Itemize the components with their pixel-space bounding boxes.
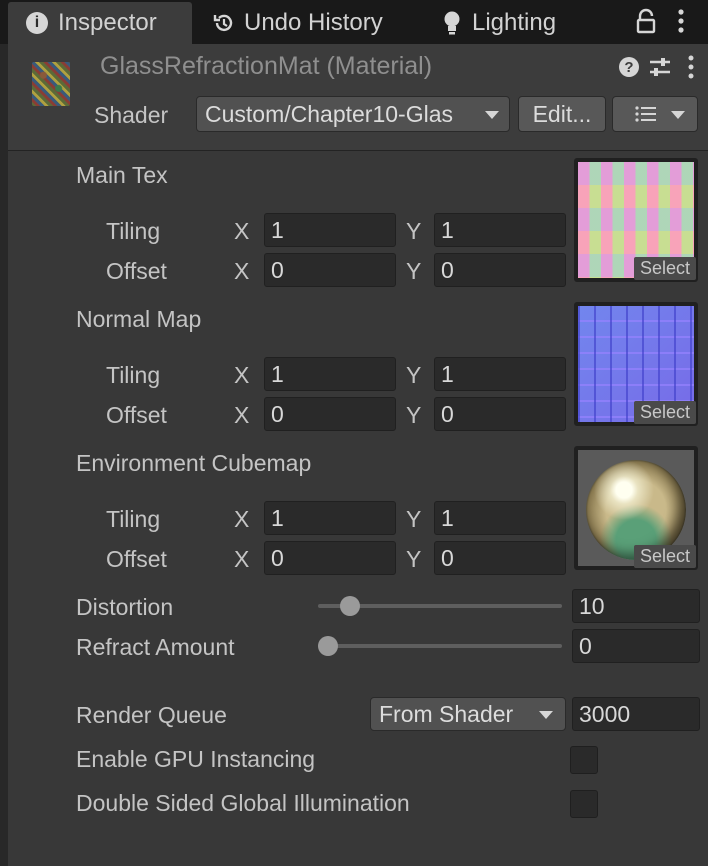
axis-x-label: X <box>234 546 250 572</box>
axis-y-label: Y <box>406 546 422 572</box>
info-icon: i <box>26 12 48 34</box>
main-tex-tiling-label: Tiling <box>106 218 161 244</box>
tab-lighting-label: Lighting <box>472 9 557 36</box>
distortion-slider-handle[interactable] <box>339 596 360 616</box>
normal-map-offset-x-field[interactable]: 0 <box>264 397 396 431</box>
axis-x-label: X <box>234 402 250 428</box>
gpu-instancing-label: Enable GPU Instancing <box>76 746 316 772</box>
normal-map-select-button[interactable]: Select <box>633 401 696 424</box>
tab-undo-history-label: Undo History <box>244 9 383 36</box>
axis-y-label: Y <box>406 218 422 244</box>
render-queue-mode-value: From Shader <box>379 700 514 727</box>
main-tex-offset-label: Offset <box>106 258 167 284</box>
cubemap-slot[interactable]: Select <box>574 446 698 570</box>
list-icon <box>635 106 656 122</box>
cubemap-label: Environment Cubemap <box>76 450 312 476</box>
material-preview-thumbnail <box>32 62 70 106</box>
edit-shader-button[interactable]: Edit... <box>518 96 606 132</box>
shader-label: Shader <box>94 102 169 128</box>
axis-y-label: Y <box>406 506 422 532</box>
panel-edge <box>0 44 8 866</box>
normal-map-offset-label: Offset <box>106 402 167 428</box>
shader-value: Custom/Chapter10-Glas <box>205 100 453 127</box>
normal-map-tiling-x-field[interactable]: 1 <box>264 357 396 391</box>
cubemap-offset-x-field[interactable]: 0 <box>264 541 396 575</box>
gpu-instancing-checkbox[interactable] <box>570 746 598 774</box>
shader-options-dropdown[interactable] <box>612 96 698 132</box>
chevron-down-icon <box>671 111 685 119</box>
material-title: GlassRefractionMat (Material) <box>100 52 433 80</box>
main-tex-slot[interactable]: Select <box>574 158 698 282</box>
axis-y-label: Y <box>406 258 422 284</box>
kebab-icon[interactable] <box>676 8 686 34</box>
render-queue-label: Render Queue <box>76 702 227 728</box>
svg-text:?: ? <box>624 59 633 76</box>
distortion-label: Distortion <box>76 594 174 620</box>
sliders-icon[interactable] <box>648 55 672 79</box>
lock-icon[interactable] <box>636 8 656 34</box>
tab-inspector-label: Inspector <box>58 9 157 36</box>
main-tex-offset-y-field[interactable]: 0 <box>434 253 566 287</box>
tab-undo-history[interactable]: Undo History <box>212 2 383 44</box>
axis-y-label: Y <box>406 362 422 388</box>
help-icon[interactable]: ? <box>618 56 640 78</box>
tab-inspector[interactable]: i Inspector <box>8 2 192 44</box>
refract-amount-value-field[interactable]: 0 <box>572 629 700 663</box>
normal-map-slot[interactable]: Select <box>574 302 698 426</box>
double-sided-gi-checkbox[interactable] <box>570 790 598 818</box>
refract-amount-slider-handle[interactable] <box>318 636 338 656</box>
cubemap-tiling-y-field[interactable]: 1 <box>434 501 566 535</box>
distortion-value-field[interactable]: 10 <box>572 589 700 623</box>
shader-dropdown[interactable]: Custom/Chapter10-Glas <box>196 96 510 132</box>
refract-amount-slider-track[interactable] <box>318 644 562 648</box>
main-tex-select-button[interactable]: Select <box>633 257 696 280</box>
main-tex-tiling-x-field[interactable]: 1 <box>264 213 396 247</box>
axis-x-label: X <box>234 506 250 532</box>
normal-map-tiling-label: Tiling <box>106 362 161 388</box>
main-tex-label: Main Tex <box>76 162 168 188</box>
axis-x-label: X <box>234 258 250 284</box>
render-queue-value-field[interactable]: 3000 <box>572 697 700 731</box>
cubemap-offset-label: Offset <box>106 546 167 572</box>
render-queue-mode-dropdown[interactable]: From Shader <box>370 697 566 731</box>
chevron-down-icon <box>539 711 553 719</box>
tab-lighting[interactable]: Lighting <box>442 2 556 44</box>
normal-map-label: Normal Map <box>76 306 202 332</box>
history-icon <box>213 14 233 32</box>
axis-x-label: X <box>234 362 250 388</box>
cubemap-select-button[interactable]: Select <box>633 545 696 568</box>
cubemap-offset-y-field[interactable]: 0 <box>434 541 566 575</box>
normal-map-tiling-y-field[interactable]: 1 <box>434 357 566 391</box>
normal-map-offset-y-field[interactable]: 0 <box>434 397 566 431</box>
bulb-icon <box>444 11 460 35</box>
main-tex-tiling-y-field[interactable]: 1 <box>434 213 566 247</box>
axis-x-label: X <box>234 218 250 244</box>
axis-y-label: Y <box>406 402 422 428</box>
cubemap-tiling-label: Tiling <box>106 506 161 532</box>
kebab-icon[interactable] <box>686 55 696 79</box>
main-tex-offset-x-field[interactable]: 0 <box>264 253 396 287</box>
chevron-down-icon <box>485 111 499 119</box>
double-sided-gi-label: Double Sided Global Illumination <box>76 790 410 816</box>
cubemap-tiling-x-field[interactable]: 1 <box>264 501 396 535</box>
refract-amount-label: Refract Amount <box>76 634 235 660</box>
